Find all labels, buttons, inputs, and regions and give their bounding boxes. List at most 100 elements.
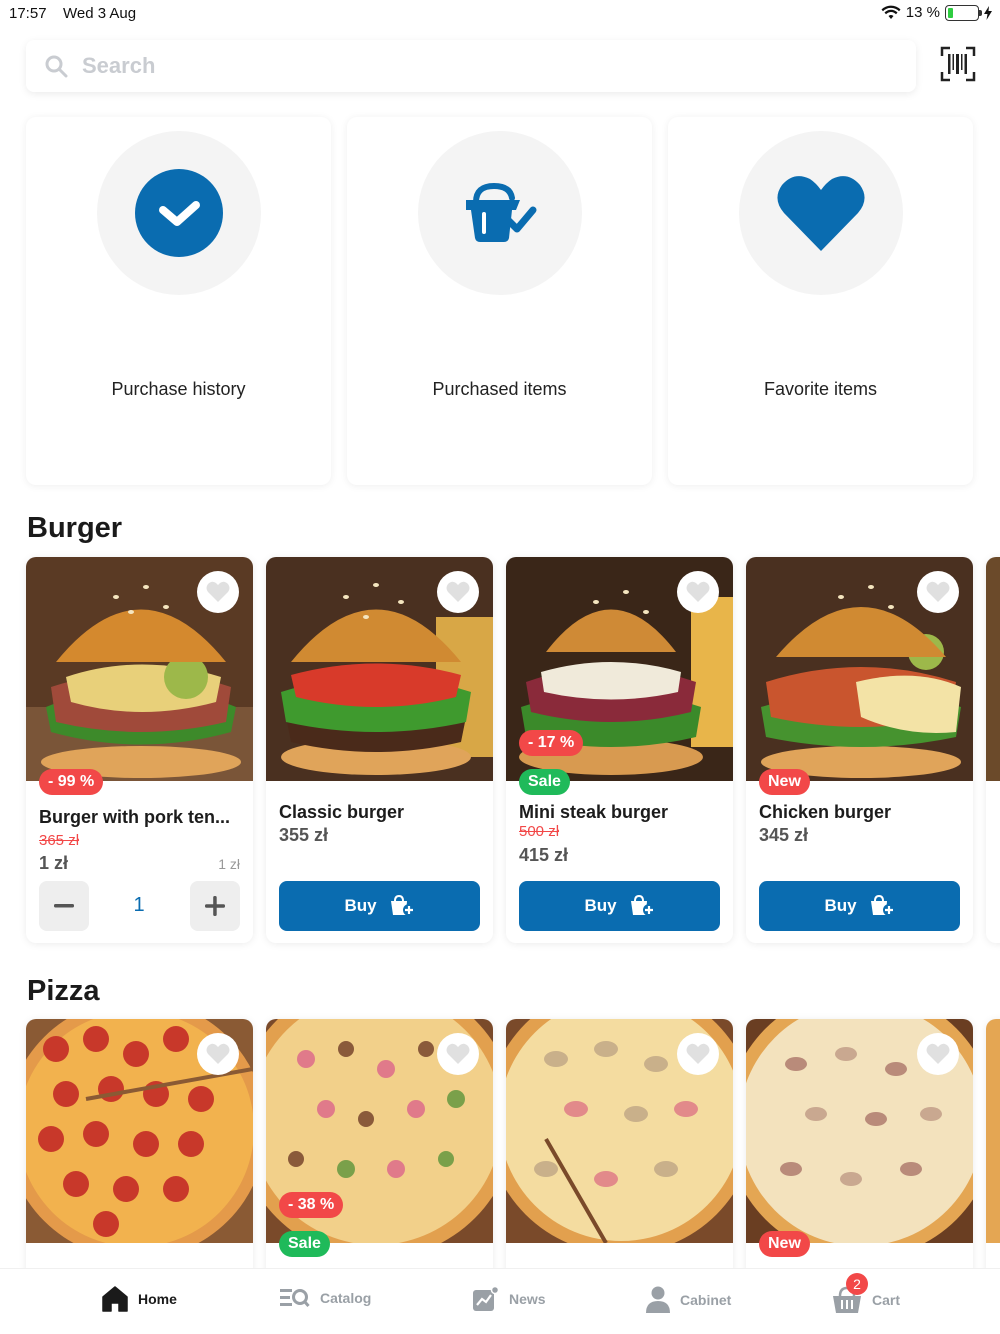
catalog-search-icon [280, 1289, 310, 1307]
status-time: 17:57 [9, 5, 47, 22]
buy-button[interactable]: Buy [759, 881, 960, 931]
tile-favorite-items[interactable]: Favorite items [668, 117, 973, 485]
product-card[interactable]: Classic burger 355 zł Buy [266, 557, 493, 943]
wifi-icon [881, 5, 901, 19]
favorite-toggle[interactable] [197, 571, 239, 613]
product-price: 345 zł [759, 825, 809, 845]
tab-label: Cart [872, 1292, 901, 1308]
tab-news[interactable]: News [472, 1286, 546, 1312]
tab-home[interactable]: Home [102, 1286, 177, 1312]
product-unit-price: 1 zł [218, 856, 240, 872]
buy-button-label: Buy [584, 896, 617, 915]
product-photo [986, 1019, 1000, 1243]
tile-label: Favorite items [763, 379, 878, 399]
heart-outline-icon [446, 581, 470, 602]
product-card[interactable] [26, 1019, 253, 1279]
buy-button[interactable]: Buy [279, 881, 480, 931]
product-price: 1 zł [39, 853, 69, 873]
product-old-price: 365 zł [39, 832, 80, 849]
user-icon [646, 1286, 670, 1313]
add-to-basket-icon [630, 895, 655, 916]
section-title-pizza: Pizza [27, 975, 100, 1007]
product-name: Chicken burger [759, 802, 892, 822]
check-circle-icon [134, 169, 223, 257]
product-card[interactable]: - 99 % Burger with pork ten... 365 zł 1 … [26, 557, 253, 943]
new-badge: New [759, 1231, 810, 1257]
bottom-tab-bar: Home Catalog News Cabinet 2 Cart [0, 1268, 1000, 1334]
charging-icon [984, 5, 992, 20]
favorite-toggle[interactable] [677, 1033, 719, 1075]
discount-badge: - 38 % [279, 1192, 344, 1218]
favorite-toggle[interactable] [917, 571, 959, 613]
cart-count-badge: 2 [846, 1273, 868, 1295]
heart-outline-icon [926, 581, 950, 602]
product-photo [986, 557, 1000, 781]
buy-button[interactable]: Buy [519, 881, 720, 931]
new-badge: New [759, 769, 810, 795]
basket-check-icon [465, 182, 536, 242]
tab-label: Catalog [320, 1290, 372, 1306]
tab-catalog[interactable]: Catalog [280, 1286, 371, 1310]
favorite-toggle[interactable] [437, 1033, 479, 1075]
product-card-partial[interactable] [986, 1019, 1000, 1279]
heart-icon [776, 176, 865, 251]
buy-button-label: Buy [344, 896, 377, 915]
product-card[interactable]: New Chicken burger 345 zł Buy [746, 557, 973, 943]
tile-purchase-history[interactable]: Purchase history [26, 117, 331, 485]
product-price: 415 zł [519, 845, 569, 865]
plus-icon [205, 896, 225, 916]
tile-icon-circle [96, 131, 261, 295]
quantity-value: 1 [133, 894, 145, 916]
cart-icon-wrap: 2 [832, 1273, 868, 1314]
increase-quantity-button[interactable] [190, 881, 240, 931]
section-title-burger: Burger [27, 512, 123, 544]
product-card[interactable]: - 38 % Sale [266, 1019, 493, 1279]
tab-label: News [509, 1291, 546, 1307]
tab-label: Home [138, 1291, 177, 1307]
news-chart-icon [473, 1286, 499, 1311]
tile-purchased-items[interactable]: Purchased items [347, 117, 652, 485]
discount-badge: - 99 % [39, 769, 104, 795]
status-right: 13 % [881, 4, 992, 21]
tab-cabinet[interactable]: Cabinet [646, 1286, 731, 1314]
product-name: Classic burger [279, 802, 405, 822]
status-date: Wed 3 Aug [63, 5, 137, 22]
search-icon [45, 55, 68, 78]
add-to-basket-icon [390, 895, 415, 916]
tab-label: Cabinet [680, 1292, 732, 1308]
tile-icon-circle [417, 131, 582, 295]
favorite-toggle[interactable] [197, 1033, 239, 1075]
product-old-price: 500 zł [519, 823, 560, 840]
product-card[interactable]: - 17 % Sale Mini steak burger 500 zł 415… [506, 557, 733, 943]
minus-icon [54, 904, 74, 908]
tile-label: Purchase history [111, 379, 246, 399]
heart-outline-icon [446, 1043, 470, 1064]
favorite-toggle[interactable] [437, 571, 479, 613]
heart-outline-icon [686, 581, 710, 602]
product-name: Mini steak burger [519, 802, 669, 822]
favorite-toggle[interactable] [917, 1033, 959, 1075]
product-name: Burger with pork ten... [39, 807, 231, 827]
heart-outline-icon [686, 1043, 710, 1064]
product-card-partial[interactable] [986, 557, 1000, 943]
heart-outline-icon [206, 1043, 230, 1064]
search-input[interactable] [82, 53, 782, 79]
product-price: 355 zł [279, 825, 329, 845]
favorite-toggle[interactable] [677, 571, 719, 613]
heart-outline-icon [926, 1043, 950, 1064]
search-bar[interactable] [26, 40, 916, 92]
status-bar: 17:57 Wed 3 Aug 13 % [0, 0, 1000, 28]
decrease-quantity-button[interactable] [39, 881, 89, 931]
sale-badge: Sale [279, 1231, 330, 1257]
barcode-scan-icon[interactable] [940, 46, 976, 82]
sale-badge: Sale [519, 769, 570, 795]
tile-icon-circle [738, 131, 903, 295]
heart-outline-icon [206, 581, 230, 602]
product-card[interactable] [506, 1019, 733, 1279]
tab-cart[interactable]: 2 Cart [832, 1273, 901, 1314]
discount-badge: - 17 % [519, 730, 584, 756]
tile-label: Purchased items [432, 379, 567, 399]
battery-icon [945, 4, 982, 21]
add-to-basket-icon [870, 895, 895, 916]
product-card[interactable]: New [746, 1019, 973, 1279]
